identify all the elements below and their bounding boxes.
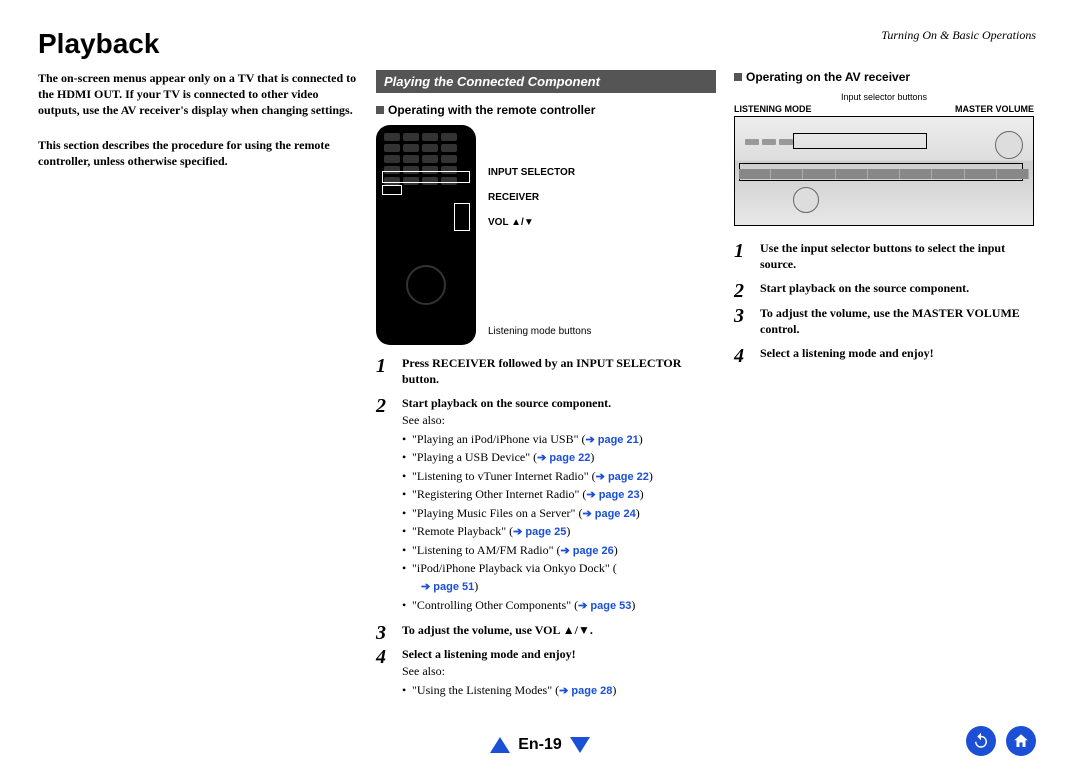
page-link[interactable]: ➔ page 21 [585,434,638,446]
breadcrumb: Turning On & Basic Operations [881,28,1036,43]
next-page-icon[interactable] [570,737,590,753]
callout-input-selector: INPUT SELECTOR [488,167,591,178]
page-link[interactable]: ➔ page 53 [578,600,631,612]
bullet-item: "Listening to vTuner Internet Radio" (➔ … [402,467,716,486]
page-link[interactable]: ➔ page 26 [560,545,613,557]
column-remote: Playing the Connected Component Operatin… [376,70,716,707]
step-2: Start playback on the source component. … [376,395,716,614]
bullet-item: "Playing Music Files on a Server" (➔ pag… [402,504,716,523]
column-receiver: Operating on the AV receiver Input selec… [734,70,1034,707]
receiver-illustration [734,116,1034,226]
step-3: To adjust the volume, use VOL ▲/▼. [376,622,716,638]
step-1: Press RECEIVER followed by an INPUT SELE… [376,355,716,387]
page-footer: En-19 [0,736,1080,754]
rstep-1: Use the input selector buttons to select… [734,240,1034,272]
sub-heading-receiver: Operating on the AV receiver [734,70,1034,84]
callout-listening-mode: Listening mode buttons [488,326,591,337]
note-hdmi: The on-screen menus appear only on a TV … [38,70,358,119]
prev-page-icon[interactable] [490,737,510,753]
page-link[interactable]: ➔ page 22 [537,452,590,464]
bullet-item: "Using the Listening Modes" (➔ page 28) [402,681,716,700]
page-link[interactable]: ➔ page 51 [421,581,474,593]
bullet-item: "Listening to AM/FM Radio" (➔ page 26) [402,541,716,560]
remote-illustration [376,125,476,345]
steps-receiver: Use the input selector buttons to select… [734,240,1034,361]
column-intro: The on-screen menus appear only on a TV … [38,70,358,707]
rstep-2: Start playback on the source component. [734,280,1034,296]
panel-label-top: Input selector buttons [734,92,1034,102]
rstep-3: To adjust the volume, use the MASTER VOL… [734,305,1034,337]
page-link[interactable]: ➔ page 25 [513,526,566,538]
page-link[interactable]: ➔ page 23 [586,489,639,501]
bullet-item: "Controlling Other Components" (➔ page 5… [402,596,716,615]
callout-vol: VOL ▲/▼ [488,217,591,228]
remote-callouts: INPUT SELECTOR RECEIVER VOL ▲/▼ Listenin… [488,125,591,345]
page-link[interactable]: ➔ page 28 [559,685,612,697]
home-icon[interactable] [1006,726,1036,756]
bullet-item: "Registering Other Internet Radio" (➔ pa… [402,485,716,504]
page-number: En-19 [518,736,562,754]
panel-label-right: MASTER VOLUME [955,104,1034,114]
panel-label-left: LISTENING MODE [734,104,812,114]
sub-heading-remote: Operating with the remote controller [376,103,716,117]
steps-remote: Press RECEIVER followed by an INPUT SELE… [376,355,716,699]
callout-receiver: RECEIVER [488,192,591,203]
square-bullet-icon [734,73,742,81]
back-icon[interactable] [966,726,996,756]
page-link[interactable]: ➔ page 22 [596,471,649,483]
page-link[interactable]: ➔ page 24 [582,508,635,520]
square-bullet-icon [376,106,384,114]
note-remote: This section describes the procedure for… [38,137,358,169]
section-heading: Playing the Connected Component [376,70,716,93]
bullet-item: "Playing an iPod/iPhone via USB" (➔ page… [402,430,716,449]
bullet-item: "Remote Playback" (➔ page 25) [402,522,716,541]
rstep-4: Select a listening mode and enjoy! [734,345,1034,361]
bullet-item: "Playing a USB Device" (➔ page 22) [402,448,716,467]
step-4: Select a listening mode and enjoy! See a… [376,646,716,699]
bullet-item: "iPod/iPhone Playback via Onkyo Dock" ( … [402,559,716,596]
